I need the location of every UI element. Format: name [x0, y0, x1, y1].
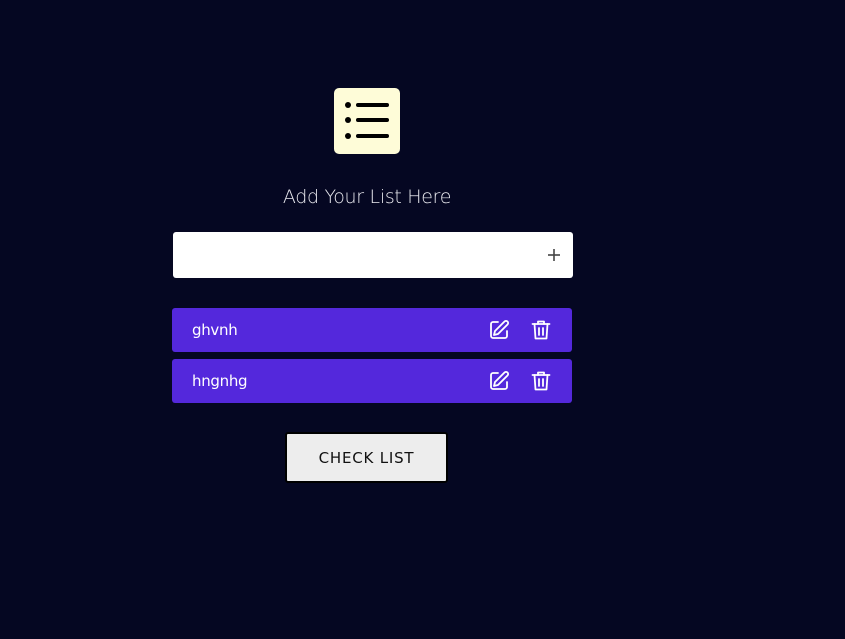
trash-icon[interactable] [530, 319, 552, 341]
page: Add Your List Here ghvnh hngnhg CHECK LI… [0, 0, 845, 639]
list-item-label: ghvnh [192, 321, 238, 339]
check-list-button[interactable]: CHECK LIST [285, 432, 448, 483]
list-item-label: hngnhg [192, 372, 248, 390]
edit-icon[interactable] [488, 370, 510, 392]
item-input[interactable] [173, 232, 523, 278]
list-icon [334, 88, 400, 154]
list-item: hngnhg [172, 359, 572, 403]
page-title: Add Your List Here [282, 186, 452, 208]
edit-icon[interactable] [488, 319, 510, 341]
trash-icon[interactable] [530, 370, 552, 392]
plus-icon[interactable] [545, 246, 563, 264]
list-item: ghvnh [172, 308, 572, 352]
add-item-field [173, 232, 573, 278]
